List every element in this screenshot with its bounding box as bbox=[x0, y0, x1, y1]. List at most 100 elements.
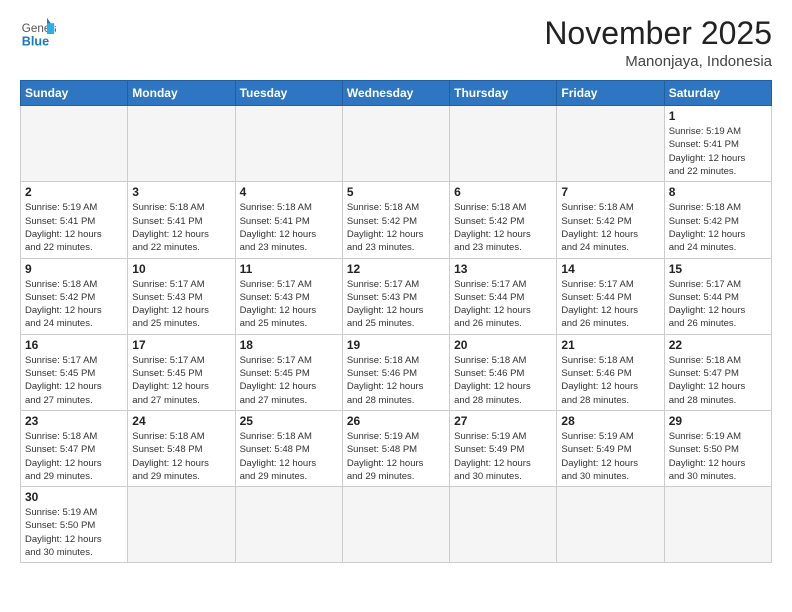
calendar-day-cell: 26Sunrise: 5:19 AMSunset: 5:48 PMDayligh… bbox=[342, 410, 449, 486]
calendar-day-cell: 14 Sunrise: 5:17 AMSunset: 5:44 PMDayligh… bbox=[557, 258, 664, 334]
day-info: Sunrise: 5:18 AMSunset: 5:48 PMDaylight:… bbox=[132, 430, 230, 483]
calendar-day-cell: 9 Sunrise: 5:18 AMSunset: 5:42 PMDaylight… bbox=[21, 258, 128, 334]
day-number: 21 bbox=[561, 338, 659, 352]
col-wednesday: Wednesday bbox=[342, 81, 449, 106]
calendar-header-row: Sunday Monday Tuesday Wednesday Thursday… bbox=[21, 81, 772, 106]
calendar-week-row: 2Sunrise: 5:19 AMSunset: 5:41 PMDaylight… bbox=[21, 182, 772, 258]
day-info: Sunrise: 5:19 AMSunset: 5:41 PMDaylight:… bbox=[669, 125, 767, 178]
day-info: Sunrise: 5:19 AMSunset: 5:48 PMDaylight:… bbox=[347, 430, 445, 483]
calendar-day-cell: 27 Sunrise: 5:19 AMSunset: 5:49 PMDayligh… bbox=[450, 410, 557, 486]
day-info: Sunrise: 5:18 AMSunset: 5:47 PMDaylight:… bbox=[669, 354, 767, 407]
day-info: Sunrise: 5:17 AMSunset: 5:43 PMDaylight:… bbox=[240, 278, 338, 331]
day-number: 14 bbox=[561, 262, 659, 276]
col-saturday: Saturday bbox=[664, 81, 771, 106]
logo: General Blue bbox=[20, 16, 56, 52]
calendar-table: Sunday Monday Tuesday Wednesday Thursday… bbox=[20, 80, 772, 563]
day-number: 29 bbox=[669, 414, 767, 428]
day-info: Sunrise: 5:19 AMSunset: 5:49 PMDaylight:… bbox=[454, 430, 552, 483]
day-info: Sunrise: 5:18 AMSunset: 5:46 PMDaylight:… bbox=[561, 354, 659, 407]
calendar-day-cell: 5Sunrise: 5:18 AMSunset: 5:42 PMDaylight… bbox=[342, 182, 449, 258]
day-number: 16 bbox=[25, 338, 123, 352]
calendar-day-cell bbox=[342, 487, 449, 563]
calendar-day-cell bbox=[235, 487, 342, 563]
calendar-day-cell: 17 Sunrise: 5:17 AMSunset: 5:45 PMDayligh… bbox=[128, 334, 235, 410]
day-number: 19 bbox=[347, 338, 445, 352]
svg-text:Blue: Blue bbox=[22, 35, 49, 49]
day-number: 7 bbox=[561, 185, 659, 199]
day-number: 27 bbox=[454, 414, 552, 428]
day-info: Sunrise: 5:18 AMSunset: 5:41 PMDaylight:… bbox=[132, 201, 230, 254]
day-number: 28 bbox=[561, 414, 659, 428]
day-number: 22 bbox=[669, 338, 767, 352]
calendar-week-row: 1 Sunrise: 5:19 AMSunset: 5:41 PMDaylight… bbox=[21, 106, 772, 182]
day-info: Sunrise: 5:18 AMSunset: 5:42 PMDaylight:… bbox=[347, 201, 445, 254]
calendar-day-cell: 1 Sunrise: 5:19 AMSunset: 5:41 PMDaylight… bbox=[664, 106, 771, 182]
day-info: Sunrise: 5:19 AMSunset: 5:50 PMDaylight:… bbox=[25, 506, 123, 559]
calendar-week-row: 16 Sunrise: 5:17 AMSunset: 5:45 PMDayligh… bbox=[21, 334, 772, 410]
calendar-day-cell: 25 Sunrise: 5:18 AMSunset: 5:48 PMDayligh… bbox=[235, 410, 342, 486]
day-info: Sunrise: 5:17 AMSunset: 5:43 PMDaylight:… bbox=[347, 278, 445, 331]
calendar-day-cell: 6Sunrise: 5:18 AMSunset: 5:42 PMDaylight… bbox=[450, 182, 557, 258]
day-info: Sunrise: 5:18 AMSunset: 5:46 PMDaylight:… bbox=[454, 354, 552, 407]
day-number: 6 bbox=[454, 185, 552, 199]
day-info: Sunrise: 5:17 AMSunset: 5:45 PMDaylight:… bbox=[132, 354, 230, 407]
day-info: Sunrise: 5:18 AMSunset: 5:42 PMDaylight:… bbox=[669, 201, 767, 254]
calendar-day-cell bbox=[557, 106, 664, 182]
calendar-day-cell: 7 Sunrise: 5:18 AMSunset: 5:42 PMDaylight… bbox=[557, 182, 664, 258]
col-sunday: Sunday bbox=[21, 81, 128, 106]
calendar-day-cell: 16 Sunrise: 5:17 AMSunset: 5:45 PMDayligh… bbox=[21, 334, 128, 410]
day-number: 10 bbox=[132, 262, 230, 276]
col-tuesday: Tuesday bbox=[235, 81, 342, 106]
calendar-day-cell: 2Sunrise: 5:19 AMSunset: 5:41 PMDaylight… bbox=[21, 182, 128, 258]
day-info: Sunrise: 5:18 AMSunset: 5:48 PMDaylight:… bbox=[240, 430, 338, 483]
day-number: 24 bbox=[132, 414, 230, 428]
day-info: Sunrise: 5:17 AMSunset: 5:44 PMDaylight:… bbox=[561, 278, 659, 331]
day-info: Sunrise: 5:19 AMSunset: 5:50 PMDaylight:… bbox=[669, 430, 767, 483]
day-number: 1 bbox=[669, 109, 767, 123]
logo-icon: General Blue bbox=[20, 16, 56, 52]
calendar-day-cell bbox=[235, 106, 342, 182]
day-number: 18 bbox=[240, 338, 338, 352]
title-block: November 2025 Manonjaya, Indonesia bbox=[544, 16, 772, 70]
calendar-day-cell bbox=[557, 487, 664, 563]
day-info: Sunrise: 5:18 AMSunset: 5:42 PMDaylight:… bbox=[561, 201, 659, 254]
calendar-day-cell: 30Sunrise: 5:19 AMSunset: 5:50 PMDayligh… bbox=[21, 487, 128, 563]
calendar-day-cell: 10 Sunrise: 5:17 AMSunset: 5:43 PMDayligh… bbox=[128, 258, 235, 334]
day-info: Sunrise: 5:17 AMSunset: 5:45 PMDaylight:… bbox=[25, 354, 123, 407]
calendar-day-cell bbox=[450, 106, 557, 182]
calendar-week-row: 30Sunrise: 5:19 AMSunset: 5:50 PMDayligh… bbox=[21, 487, 772, 563]
day-info: Sunrise: 5:19 AMSunset: 5:41 PMDaylight:… bbox=[25, 201, 123, 254]
calendar-week-row: 9 Sunrise: 5:18 AMSunset: 5:42 PMDaylight… bbox=[21, 258, 772, 334]
day-number: 25 bbox=[240, 414, 338, 428]
calendar-day-cell bbox=[342, 106, 449, 182]
col-monday: Monday bbox=[128, 81, 235, 106]
day-info: Sunrise: 5:18 AMSunset: 5:42 PMDaylight:… bbox=[25, 278, 123, 331]
calendar-day-cell bbox=[21, 106, 128, 182]
calendar-week-row: 23Sunrise: 5:18 AMSunset: 5:47 PMDayligh… bbox=[21, 410, 772, 486]
day-info: Sunrise: 5:17 AMSunset: 5:44 PMDaylight:… bbox=[669, 278, 767, 331]
header: General Blue November 2025 Manonjaya, In… bbox=[20, 16, 772, 70]
location-subtitle: Manonjaya, Indonesia bbox=[544, 53, 772, 70]
col-friday: Friday bbox=[557, 81, 664, 106]
calendar-day-cell: 24 Sunrise: 5:18 AMSunset: 5:48 PMDayligh… bbox=[128, 410, 235, 486]
day-number: 8 bbox=[669, 185, 767, 199]
calendar-day-cell: 13Sunrise: 5:17 AMSunset: 5:44 PMDayligh… bbox=[450, 258, 557, 334]
day-info: Sunrise: 5:18 AMSunset: 5:46 PMDaylight:… bbox=[347, 354, 445, 407]
calendar-day-cell: 11Sunrise: 5:17 AMSunset: 5:43 PMDayligh… bbox=[235, 258, 342, 334]
calendar-day-cell: 20Sunrise: 5:18 AMSunset: 5:46 PMDayligh… bbox=[450, 334, 557, 410]
calendar-day-cell bbox=[128, 106, 235, 182]
day-info: Sunrise: 5:17 AMSunset: 5:43 PMDaylight:… bbox=[132, 278, 230, 331]
day-number: 9 bbox=[25, 262, 123, 276]
calendar-day-cell: 29 Sunrise: 5:19 AMSunset: 5:50 PMDayligh… bbox=[664, 410, 771, 486]
month-year-title: November 2025 bbox=[544, 16, 772, 51]
calendar-day-cell: 19 Sunrise: 5:18 AMSunset: 5:46 PMDayligh… bbox=[342, 334, 449, 410]
calendar-day-cell: 18Sunrise: 5:17 AMSunset: 5:45 PMDayligh… bbox=[235, 334, 342, 410]
calendar-day-cell: 3 Sunrise: 5:18 AMSunset: 5:41 PMDaylight… bbox=[128, 182, 235, 258]
day-info: Sunrise: 5:19 AMSunset: 5:49 PMDaylight:… bbox=[561, 430, 659, 483]
calendar-day-cell bbox=[664, 487, 771, 563]
day-number: 4 bbox=[240, 185, 338, 199]
day-info: Sunrise: 5:18 AMSunset: 5:41 PMDaylight:… bbox=[240, 201, 338, 254]
day-number: 3 bbox=[132, 185, 230, 199]
day-number: 13 bbox=[454, 262, 552, 276]
day-number: 17 bbox=[132, 338, 230, 352]
